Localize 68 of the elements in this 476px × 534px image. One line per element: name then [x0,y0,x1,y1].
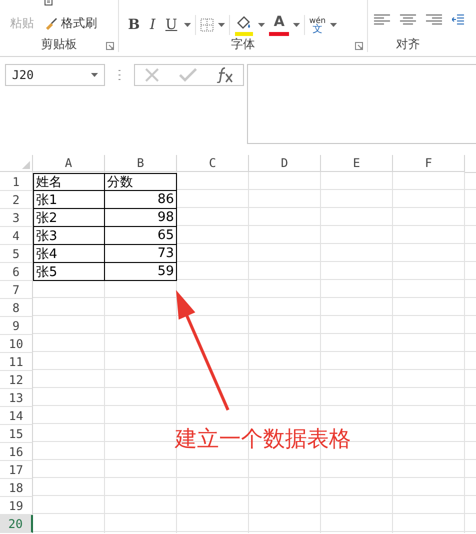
table-cell[interactable]: 张2 [33,209,105,227]
decrease-indent-icon[interactable] [452,14,464,26]
caret-icon [258,23,266,27]
table-cell[interactable]: 张3 [33,227,105,245]
row-header[interactable]: 17 [0,461,33,479]
table-cell[interactable]: 张1 [33,191,105,209]
table-cell[interactable]: 分数 [105,173,177,191]
row-header[interactable]: 11 [0,353,33,371]
table-cell[interactable]: 86 [105,191,177,209]
row-header[interactable]: 8 [0,299,33,317]
table-cell[interactable]: 65 [105,227,177,245]
column-header[interactable]: E [321,155,393,172]
italic-button[interactable]: I [146,14,158,36]
row-header[interactable]: 10 [0,335,33,353]
name-box[interactable]: J20 [5,64,105,86]
row-header[interactable]: 15 [0,425,33,443]
formula-input[interactable] [247,64,476,144]
dialog-launcher-icon[interactable] [355,42,363,50]
row-header[interactable]: 7 [0,281,33,299]
function-icon[interactable] [216,67,234,83]
font-color-button[interactable]: A [269,14,290,36]
row-header[interactable]: 13 [0,389,33,407]
caret-icon [330,23,337,27]
row-header[interactable]: 14 [0,407,33,425]
fill-color-icon[interactable] [234,14,254,36]
row-header[interactable]: 1 [0,173,33,191]
brush-icon [44,16,58,30]
caret-icon [184,23,192,27]
row-header[interactable]: 20 [0,515,33,533]
row-header[interactable]: 5 [0,245,33,263]
column-header[interactable]: C [177,155,249,172]
row-header[interactable]: 4 [0,227,33,245]
align-left-icon[interactable] [374,14,390,26]
group-label: 对齐 [396,36,420,52]
table-cell[interactable]: 张5 [33,263,105,281]
row-header[interactable]: 6 [0,263,33,281]
phonetic-button[interactable]: wén 文 [309,16,326,34]
row-header[interactable]: 2 [0,191,33,209]
row-header[interactable]: 9 [0,317,33,335]
table-cell[interactable]: 59 [105,263,177,281]
borders-icon[interactable] [200,18,214,32]
row-header[interactable]: 16 [0,443,33,461]
group-label: 字体 [231,36,255,52]
column-header[interactable]: A [33,155,105,172]
align-center-icon[interactable] [400,14,416,26]
underline-button[interactable]: U [162,14,180,36]
bold-button[interactable]: B [125,14,143,36]
row-header[interactable]: 18 [0,479,33,497]
format-painter-button[interactable]: 格式刷 [44,14,97,32]
table-cell[interactable]: 98 [105,209,177,227]
annotation-text: 建立一个数据表格 [175,426,351,454]
caret-icon [218,23,226,27]
group-label: 剪贴板 [41,36,77,52]
table-cell[interactable]: 73 [105,245,177,263]
column-header[interactable]: D [249,155,321,172]
table-cell[interactable]: 张4 [33,245,105,263]
dialog-launcher-icon[interactable] [106,42,114,50]
check-icon[interactable] [178,68,197,82]
column-header[interactable]: B [105,155,177,172]
row-header[interactable]: 12 [0,371,33,389]
align-right-icon[interactable] [426,14,442,26]
column-header[interactable]: F [393,155,465,172]
row-header[interactable]: 3 [0,209,33,227]
corner-triangle-icon [22,161,30,169]
table-cell[interactable]: 姓名 [33,173,105,191]
caret-icon [91,73,98,77]
row-header[interactable]: 19 [0,497,33,515]
caret-icon [293,23,300,27]
